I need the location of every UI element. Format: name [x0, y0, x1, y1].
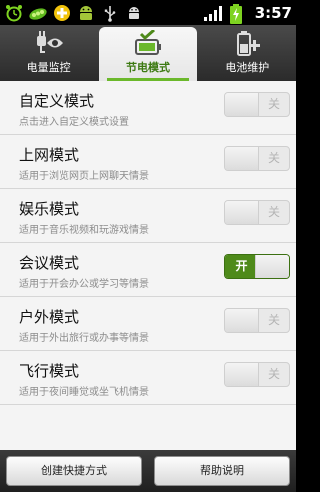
toggle-knob	[225, 201, 259, 224]
extra-add-icon	[52, 4, 72, 22]
toggle-label: 关	[267, 205, 280, 219]
android-debug-icon	[124, 4, 144, 22]
toggle-label: 关	[267, 151, 280, 165]
tab-bar: 电量监控 节电模式 电池维护	[0, 25, 296, 81]
mode-list: 自定义模式 点击进入自定义模式设置 关 上网模式 适用于浏览网页上网聊天情景 关…	[0, 81, 296, 450]
android-robot-icon	[76, 4, 96, 22]
plug-eye-icon	[36, 31, 63, 53]
tab-power-saving-mode[interactable]: 节电模式	[99, 27, 197, 81]
toggle-label: 关	[267, 97, 280, 111]
mode-toggle-internet[interactable]: 关	[224, 146, 290, 171]
mode-subtitle: 适用于外出旅行或办事等情景	[19, 333, 149, 344]
mode-subtitle: 适用于音乐视频和玩游戏情景	[19, 225, 149, 236]
mode-toggle-entertainment[interactable]: 关	[224, 200, 290, 225]
status-clock: 3:57	[254, 3, 292, 22]
mode-title: 上网模式	[19, 146, 80, 164]
toggle-knob	[255, 255, 289, 278]
usb-icon	[100, 4, 120, 22]
tab-label: 节电模式	[125, 61, 170, 74]
toggle-label: 关	[267, 313, 280, 327]
alarm-clock-icon	[4, 4, 24, 22]
peapod-app-icon	[28, 4, 48, 22]
toggle-knob	[225, 363, 259, 386]
help-button[interactable]: 帮助说明	[154, 456, 290, 486]
toggle-label: 关	[267, 367, 280, 381]
mode-title: 自定义模式	[19, 92, 95, 110]
mode-title: 飞行模式	[19, 362, 80, 380]
mode-row-airplane[interactable]: 飞行模式 适用于夜间睡觉或坐飞机情景 关	[0, 351, 296, 405]
toggle-knob	[225, 147, 259, 170]
tab-label: 电量监控	[26, 61, 71, 74]
signal-bars-icon	[203, 4, 223, 22]
notification-icons	[4, 2, 144, 23]
toggle-label: 开	[225, 255, 258, 278]
toggle-knob	[225, 93, 259, 116]
mode-row-outdoor[interactable]: 户外模式 适用于外出旅行或办事等情景 关	[0, 297, 296, 351]
mode-title: 户外模式	[19, 308, 80, 326]
mode-subtitle: 适用于开会办公或学习等情景	[19, 279, 149, 290]
toggle-knob	[225, 309, 259, 332]
mode-subtitle: 点击进入自定义模式设置	[19, 117, 129, 128]
tab-label: 电池维护	[225, 61, 270, 74]
mode-toggle-airplane[interactable]: 关	[224, 362, 290, 387]
mode-row-meeting[interactable]: 会议模式 适用于开会办公或学习等情景 开	[0, 243, 296, 297]
battery-check-icon	[134, 30, 161, 55]
create-shortcut-button[interactable]: 创建快捷方式	[6, 456, 142, 486]
status-bar: 3:57	[0, 0, 296, 25]
mode-subtitle: 适用于浏览网页上网聊天情景	[19, 171, 149, 182]
mode-row-entertainment[interactable]: 娱乐模式 适用于音乐视频和玩游戏情景 关	[0, 189, 296, 243]
tab-battery-maintenance[interactable]: 电池维护	[199, 25, 296, 81]
system-status: 3:57	[203, 0, 292, 25]
mode-toggle-custom[interactable]: 关	[224, 92, 290, 117]
mode-subtitle: 适用于夜间睡觉或坐飞机情景	[19, 387, 149, 398]
tab-power-monitor[interactable]: 电量监控	[0, 25, 97, 81]
mode-toggle-outdoor[interactable]: 关	[224, 308, 290, 333]
mode-title: 娱乐模式	[19, 200, 80, 218]
battery-charging-icon	[229, 3, 249, 24]
battery-plus-icon	[237, 31, 261, 56]
mode-row-custom[interactable]: 自定义模式 点击进入自定义模式设置 关	[0, 81, 296, 135]
mode-toggle-meeting[interactable]: 开	[224, 254, 290, 279]
mode-row-internet[interactable]: 上网模式 适用于浏览网页上网聊天情景 关	[0, 135, 296, 189]
bottom-action-bar: 创建快捷方式 帮助说明	[0, 450, 296, 492]
mode-title: 会议模式	[19, 254, 80, 272]
